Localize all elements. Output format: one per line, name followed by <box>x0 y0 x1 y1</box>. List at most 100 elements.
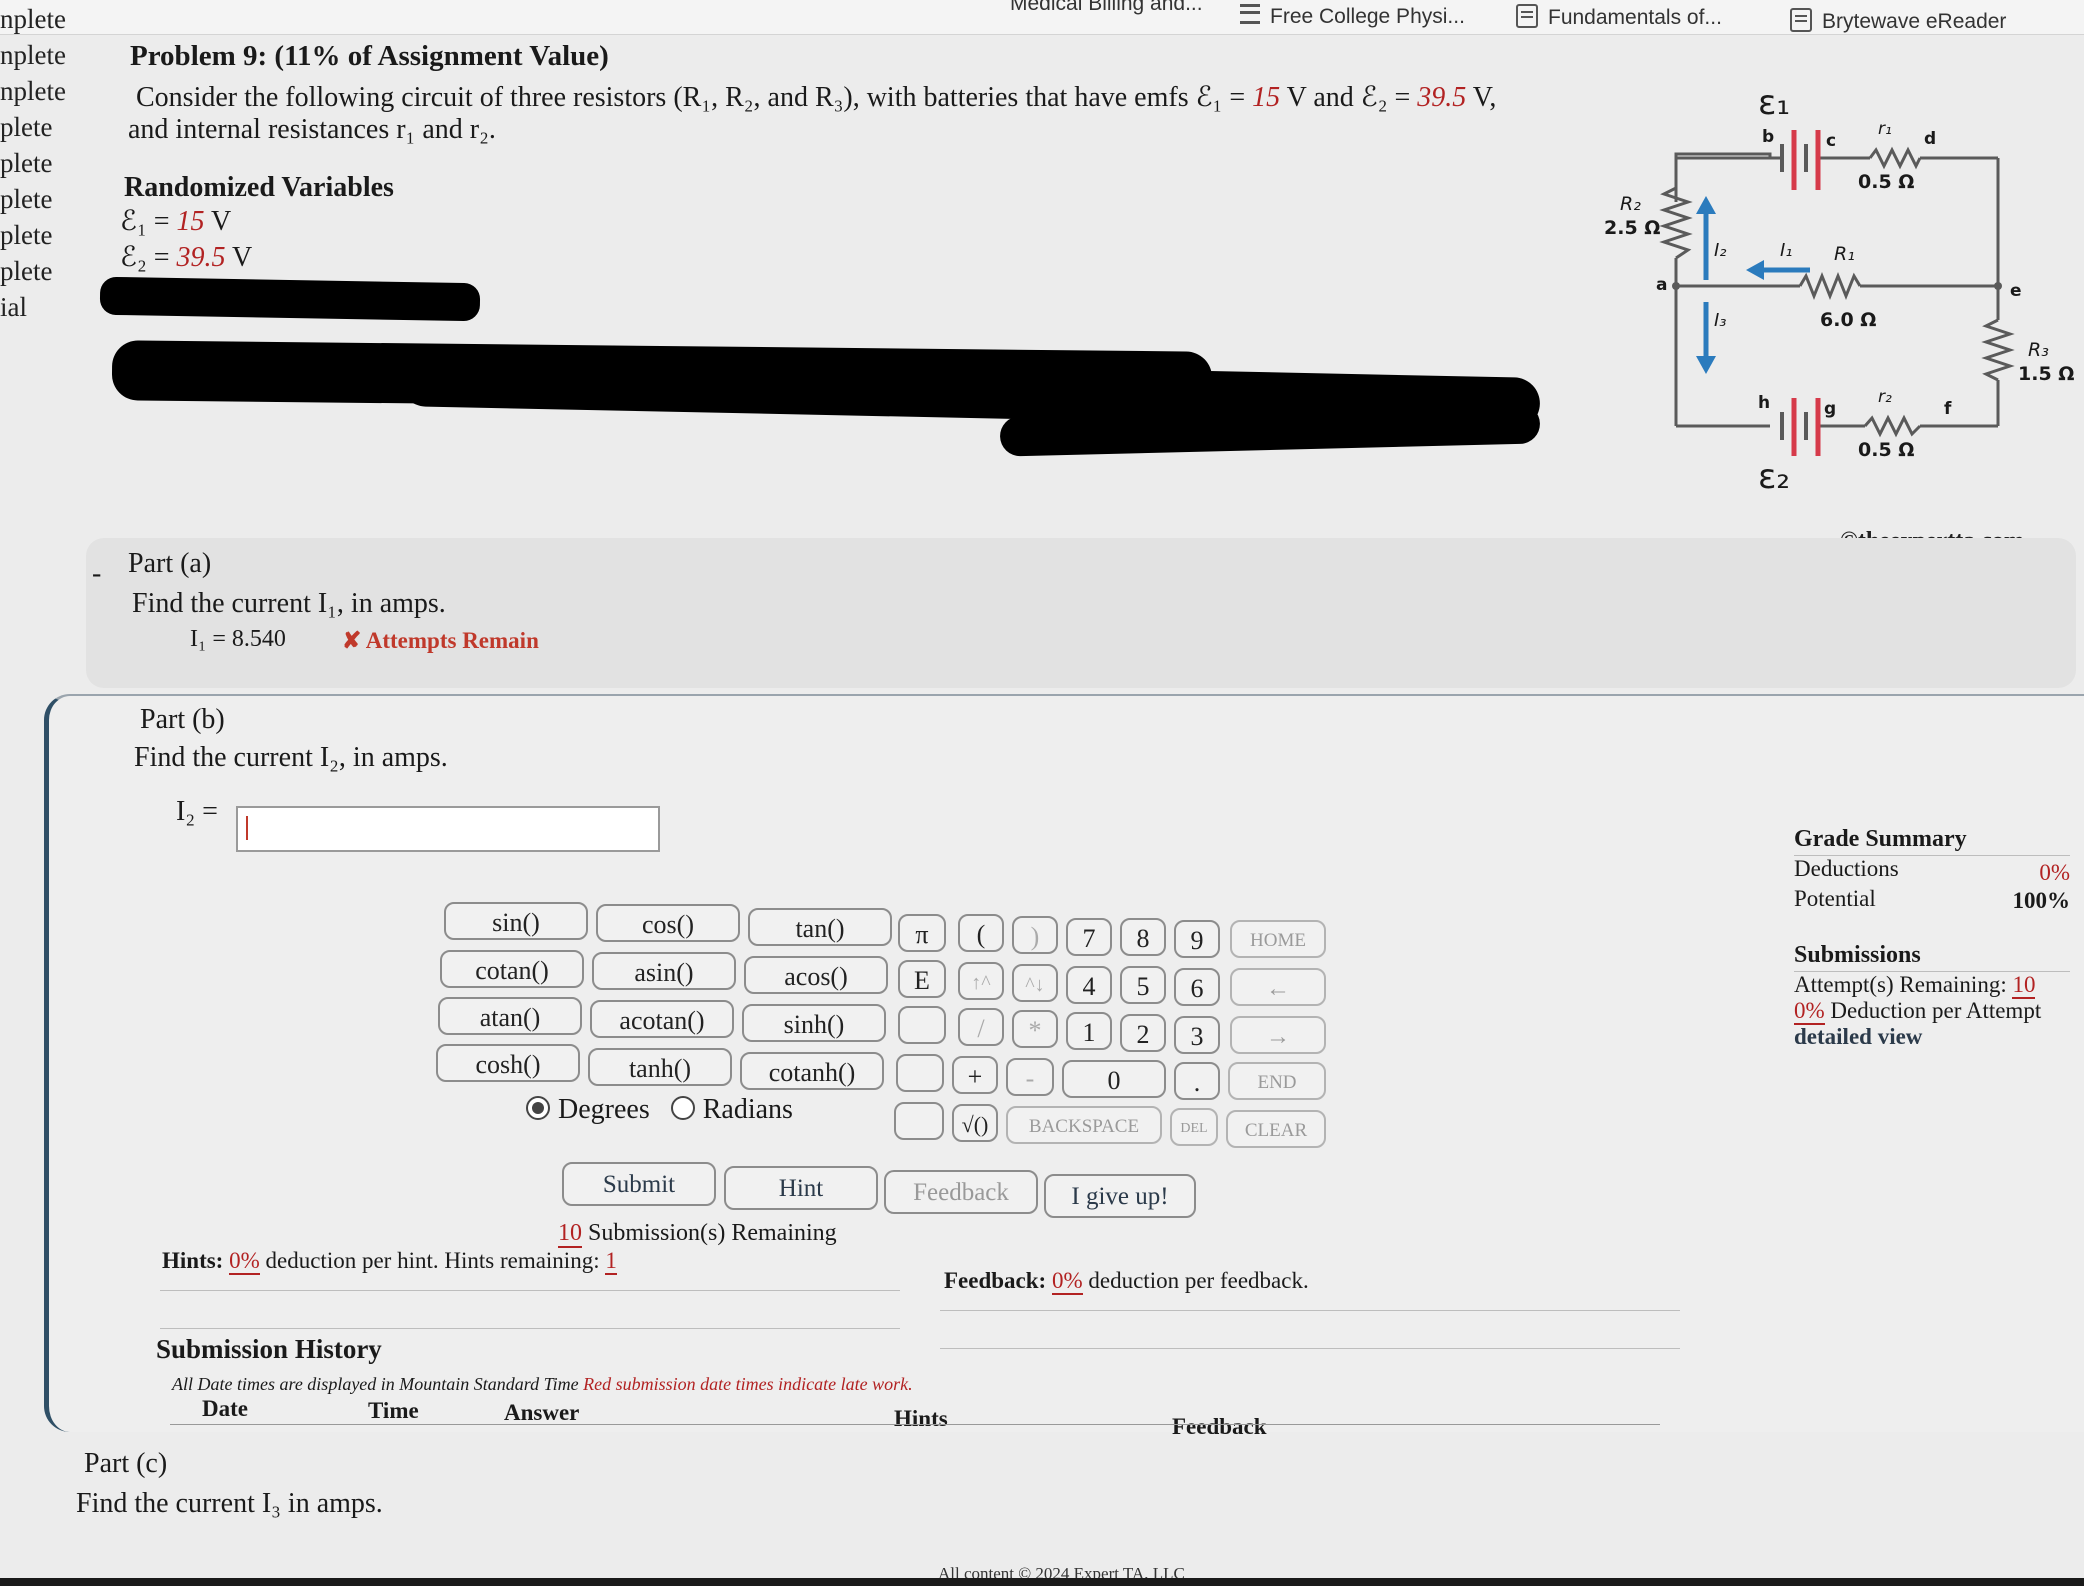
answer-input[interactable] <box>236 806 660 852</box>
clear-button[interactable]: CLEAR <box>1226 1110 1326 1148</box>
multiply-button[interactable]: * <box>1012 1010 1058 1048</box>
divide-button[interactable]: / <box>958 1008 1004 1046</box>
sidebar-item[interactable]: nplete <box>0 4 66 35</box>
deductions-row: Deductions 0% <box>1794 856 2070 885</box>
sidebar-item[interactable]: nplete <box>0 40 66 71</box>
digit-3-button[interactable]: 3 <box>1174 1016 1220 1054</box>
document-icon <box>1516 4 1538 28</box>
divider <box>160 1290 900 1291</box>
digit-5-button[interactable]: 5 <box>1120 966 1166 1004</box>
node-g: g <box>1824 399 1836 419</box>
node-e: e <box>2010 281 2022 301</box>
column-hints: Hints <box>894 1406 948 1431</box>
cursor-left-button[interactable]: ← <box>1230 968 1326 1006</box>
text-caret <box>246 816 248 840</box>
part-b-title: Part (b) <box>140 704 225 735</box>
sinh-button[interactable]: sinh() <box>742 1004 886 1042</box>
I1-label: I₁ <box>1780 240 1793 261</box>
cursor-right-button[interactable]: → <box>1230 1016 1326 1054</box>
part-a-answer: I₁ = 8.540 <box>190 626 286 652</box>
end-button[interactable]: END <box>1228 1062 1326 1100</box>
give-up-button[interactable]: I give up! <box>1044 1174 1196 1218</box>
emf1-value: 15 <box>1252 82 1281 113</box>
home-button[interactable]: HOME <box>1230 920 1326 958</box>
acos-button[interactable]: acos() <box>744 956 888 994</box>
bookmarks-bar: Medical Billing and... Free College Phys… <box>0 0 2084 35</box>
r1-value: 0.5 Ω <box>1858 171 1914 193</box>
tan-button[interactable]: tan() <box>748 908 892 946</box>
pi-button[interactable]: π <box>898 914 946 952</box>
decimal-button[interactable]: . <box>1174 1062 1220 1100</box>
detailed-view-link[interactable]: detailed view <box>1794 1024 2070 1050</box>
submit-button[interactable]: Submit <box>562 1162 716 1206</box>
part-a-prompt: Find the current I₁, in amps. <box>132 588 446 619</box>
part-b-prompt: Find the current I₂, in amps. <box>134 742 448 773</box>
minus-button[interactable]: - <box>1006 1058 1054 1096</box>
digit-7-button[interactable]: 7 <box>1066 918 1112 956</box>
sidebar-item[interactable]: ial <box>0 292 27 323</box>
R3-label: R₃ <box>2028 339 2049 361</box>
sidebar-item[interactable]: plete <box>0 256 52 287</box>
feedback-button[interactable]: Feedback <box>884 1170 1038 1214</box>
radians-option[interactable]: Radians <box>670 1094 793 1125</box>
part-c-title[interactable]: Part (c) <box>84 1448 167 1480</box>
column-time: Time <box>368 1398 419 1423</box>
tanh-button[interactable]: tanh() <box>588 1048 732 1086</box>
collapse-dash[interactable]: - <box>92 558 101 590</box>
digit-4-button[interactable]: 4 <box>1066 966 1112 1004</box>
angle-mode: Degrees Radians <box>526 1094 793 1126</box>
hint-button[interactable]: Hint <box>724 1166 878 1210</box>
cos-button[interactable]: cos() <box>596 904 740 942</box>
digit-1-button[interactable]: 1 <box>1066 1012 1112 1050</box>
open-paren-button[interactable]: ( <box>958 914 1004 952</box>
digit-8-button[interactable]: 8 <box>1120 918 1166 956</box>
backspace-button[interactable]: BACKSPACE <box>1006 1106 1162 1144</box>
cotan-button[interactable]: cotan() <box>440 950 584 988</box>
sidebar-item[interactable]: plete <box>0 112 52 143</box>
divider <box>940 1348 1680 1349</box>
sidebar-item[interactable]: plete <box>0 220 52 251</box>
emf1-label: ε₁ <box>1758 83 1790 123</box>
close-paren-button[interactable]: ) <box>1012 916 1058 954</box>
digit-6-button[interactable]: 6 <box>1174 968 1220 1006</box>
random-var-emf2: ℰ₂ = 39.5 V <box>120 242 253 273</box>
I3-label: I₃ <box>1714 310 1727 331</box>
down-button[interactable]: ^↓ <box>1012 964 1058 1002</box>
grade-summary: Grade Summary Deductions 0% Potential 10… <box>1794 826 2070 1050</box>
radio-empty-icon <box>670 1096 695 1120</box>
sidebar-item[interactable]: plete <box>0 184 52 215</box>
column-answer: Answer <box>504 1400 580 1425</box>
atan-button[interactable]: atan() <box>438 997 582 1035</box>
deductions-value: 0% <box>2039 860 2070 885</box>
bookmark-medical-billing[interactable]: Medical Billing and... <box>1010 0 1203 16</box>
r2-value: 0.5 Ω <box>1858 439 1914 461</box>
acotan-button[interactable]: acotan() <box>590 1000 734 1038</box>
digit-2-button[interactable]: 2 <box>1120 1014 1166 1052</box>
e-button[interactable]: E <box>898 960 946 998</box>
cotanh-button[interactable]: cotanh() <box>740 1052 884 1090</box>
feedback-info: Feedback: 0% deduction per feedback. <box>944 1268 1309 1295</box>
up-button[interactable]: ↑^ <box>958 962 1004 1000</box>
sin-button[interactable]: sin() <box>444 902 588 940</box>
plus-button[interactable]: + <box>952 1056 998 1094</box>
potential-row: Potential 100% <box>1794 886 2071 913</box>
cosh-button[interactable]: cosh() <box>436 1044 580 1082</box>
screen-bezel <box>0 1578 2084 1586</box>
delete-button[interactable]: DEL <box>1170 1108 1218 1146</box>
part-a-title[interactable]: Part (a) <box>128 548 211 580</box>
digit-9-button[interactable]: 9 <box>1174 920 1220 958</box>
r2-label: r₂ <box>1878 387 1892 407</box>
sqrt-button[interactable]: √() <box>952 1104 998 1142</box>
sidebar-item[interactable]: nplete <box>0 76 66 107</box>
potential-value: 100% <box>2012 888 2071 913</box>
sidebar-item[interactable]: plete <box>0 148 52 179</box>
node-f: f <box>1944 399 1952 419</box>
column-date: Date <box>202 1396 248 1421</box>
digit-0-button[interactable]: 0 <box>1062 1060 1166 1098</box>
asin-button[interactable]: asin() <box>592 952 736 990</box>
bookmark-free-college-physics[interactable]: Free College Physi... <box>1240 4 1465 29</box>
degrees-option[interactable]: Degrees <box>526 1094 650 1125</box>
bookmark-fundamentals[interactable]: Fundamentals of... <box>1516 4 1722 30</box>
node-c: c <box>1826 131 1836 151</box>
bookmark-brytewave[interactable]: Brytewave eReader <box>1790 8 2006 34</box>
